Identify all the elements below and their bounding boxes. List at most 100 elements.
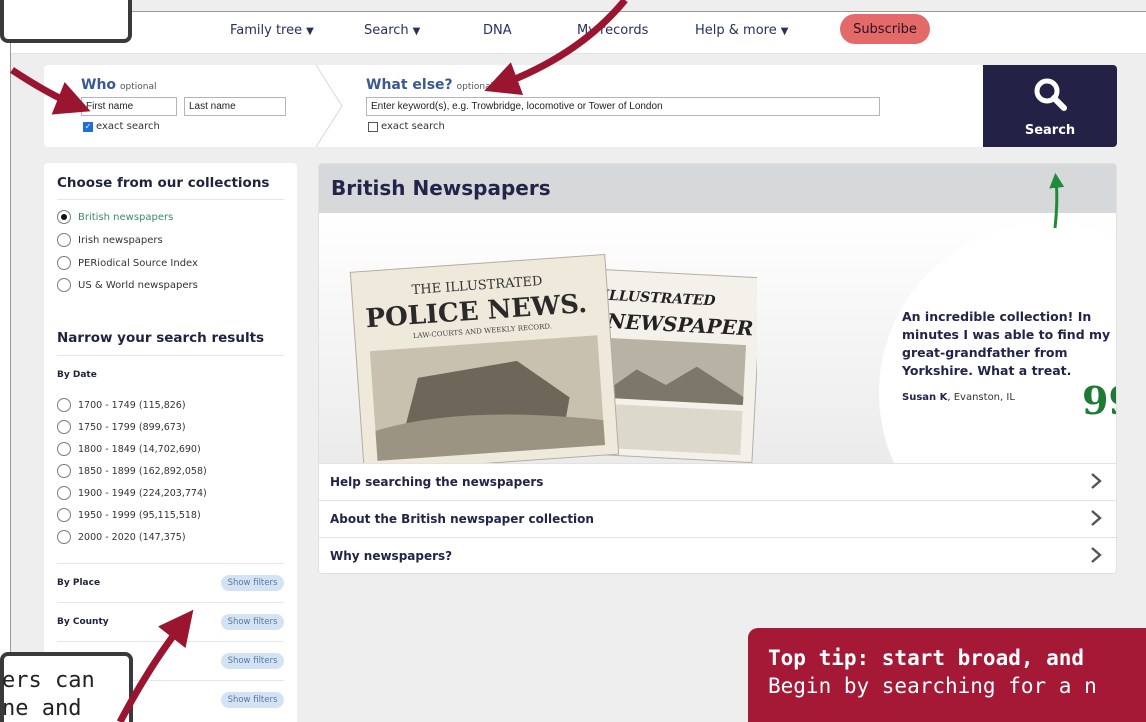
nav-dna[interactable]: DNA — [483, 23, 512, 38]
date-range: 1700 - 1749 — [78, 399, 136, 411]
collection-irish-newspapers[interactable]: Irish newspapers — [57, 233, 163, 247]
show-filters-button[interactable]: Show filters — [221, 614, 284, 630]
quote-mark-icon: 99 — [1082, 378, 1116, 423]
radio-icon[interactable] — [57, 486, 71, 500]
nav-family-tree[interactable]: Family tree ▼ — [230, 23, 314, 38]
date-option[interactable]: 1700 - 1749 (115,826) — [57, 398, 186, 412]
radio-icon[interactable] — [57, 256, 71, 270]
collection-panel: British Newspapers ILLUSTRATED NEWSPAPER… — [318, 163, 1117, 574]
radio-icon[interactable] — [57, 420, 71, 434]
keywords-field[interactable]: Enter keyword(s), e.g. Trowbridge, locom… — [366, 97, 880, 116]
date-range: 1900 - 1949 — [78, 487, 136, 499]
link-help-searching[interactable]: Help searching the newspapers — [319, 463, 1116, 500]
callout-box-bottom: ers can ne and — [0, 652, 133, 722]
date-range: 1800 - 1849 — [78, 443, 136, 455]
search-panel: Who optional First name Last name ✓ exact … — [44, 65, 1117, 147]
tip-heading: Top tip: start broad, and — [768, 646, 1085, 670]
divider — [57, 641, 284, 642]
subscribe-button[interactable]: Subscribe — [840, 14, 930, 44]
radio-icon[interactable] — [57, 508, 71, 522]
radio-icon[interactable] — [57, 233, 71, 247]
what-optional: optional — [456, 82, 494, 92]
date-count: (147,375) — [138, 531, 186, 543]
date-option[interactable]: 1900 - 1949 (224,203,774) — [57, 486, 207, 500]
chevron-right-icon — [1091, 473, 1102, 489]
callout-text: ne and — [2, 696, 82, 721]
date-range: 1950 - 1999 — [78, 509, 136, 521]
what-exact-search[interactable]: exact search — [368, 121, 445, 132]
date-count: (899,673) — [138, 421, 186, 433]
panel-divider — [315, 65, 343, 147]
show-filters-button[interactable]: Show filters — [221, 575, 284, 591]
date-option[interactable]: 1950 - 1999 (95,115,518) — [57, 508, 201, 522]
collection-us-world-newspapers[interactable]: US & World newspapers — [57, 278, 198, 292]
date-count: (14,702,690) — [138, 443, 201, 455]
first-name-field[interactable]: First name — [81, 97, 177, 116]
chevron-right-icon — [1091, 510, 1102, 526]
show-filters-button[interactable]: Show filters — [221, 653, 284, 669]
nav-my-records[interactable]: My records — [577, 23, 648, 38]
chevron-down-icon: ▼ — [306, 26, 314, 37]
collection-header: British Newspapers — [319, 164, 1116, 213]
date-option[interactable]: 1750 - 1799 (899,673) — [57, 420, 186, 434]
radio-icon[interactable] — [57, 464, 71, 478]
top-nav: Family tree ▼ Search ▼ DNA My records Help… — [11, 12, 1146, 54]
chevron-down-icon: ▼ — [412, 26, 421, 37]
radio-icon[interactable] — [57, 398, 71, 412]
checkbox-checked-icon[interactable]: ✓ — [83, 121, 93, 132]
divider — [57, 563, 284, 564]
last-name-field[interactable]: Last name — [184, 97, 286, 116]
collection-label: Irish newspapers — [78, 234, 163, 246]
collection-title: British Newspapers — [331, 176, 551, 200]
callout-text: ers can — [2, 668, 95, 693]
show-filters-button[interactable]: Show filters — [221, 692, 284, 708]
testimonial-author: Susan K, Evanston, IL — [902, 392, 1015, 403]
date-count: (95,115,518) — [138, 509, 201, 521]
filter-label: By County — [57, 617, 109, 627]
radio-icon[interactable] — [57, 442, 71, 456]
nav-help-more[interactable]: Help & more ▼ — [695, 23, 788, 38]
divider — [57, 355, 284, 356]
divider — [57, 199, 284, 200]
left-border — [0, 0, 11, 722]
link-label: About the British newspaper collection — [330, 512, 594, 526]
what-else-label: What else? optional — [366, 77, 493, 93]
collection-persi[interactable]: PERiodical Source Index — [57, 256, 198, 270]
nav-search[interactable]: Search ▼ — [364, 23, 420, 38]
tip-body: Begin by searching for a n — [768, 674, 1097, 698]
collection-british-newspapers[interactable]: British newspapers — [57, 210, 173, 224]
collection-label: PERiodical Source Index — [78, 257, 198, 269]
link-why-newspapers[interactable]: Why newspapers? — [319, 537, 1116, 573]
callout-box-top — [0, 0, 132, 43]
checkbox-icon[interactable] — [368, 121, 378, 132]
radio-icon[interactable] — [57, 530, 71, 544]
date-count: (115,826) — [138, 399, 186, 411]
collection-label: US & World newspapers — [78, 279, 198, 291]
date-option[interactable]: 1800 - 1849 (14,702,690) — [57, 442, 201, 456]
date-count: (224,203,774) — [138, 487, 207, 499]
nav-label: My records — [577, 23, 649, 38]
author-name: Susan K — [902, 392, 948, 403]
newspapers-image: ILLUSTRATED NEWSPAPER THE ILLUSTRATED PO… — [349, 253, 757, 463]
sidebar: Choose from our collections British news… — [44, 163, 297, 722]
radio-icon[interactable] — [57, 278, 71, 292]
what-label-text: What else? — [366, 77, 453, 93]
search-button-label: Search — [1024, 123, 1076, 138]
search-button[interactable]: Search — [983, 65, 1117, 147]
date-option[interactable]: 2000 - 2020 (147,375) — [57, 530, 186, 544]
chevron-down-icon: ▼ — [780, 26, 789, 37]
nav-label: Family tree — [230, 23, 303, 38]
chevron-right-icon — [1091, 547, 1102, 563]
radio-selected-icon[interactable] — [57, 210, 71, 224]
who-exact-search[interactable]: ✓ exact search — [83, 121, 160, 132]
date-option[interactable]: 1850 - 1899 (162,892,058) — [57, 464, 207, 478]
hero-banner: ILLUSTRATED NEWSPAPER THE ILLUSTRATED PO… — [319, 213, 1116, 563]
divider — [57, 602, 284, 603]
what-exact-label: exact search — [381, 121, 445, 132]
who-optional: optional — [120, 82, 157, 92]
link-about-collection[interactable]: About the British newspaper collection — [319, 500, 1116, 537]
testimonial-text: An incredible collection! In minutes I w… — [902, 309, 1111, 378]
collection-label: British newspapers — [78, 211, 174, 223]
link-label: Help searching the newspapers — [330, 475, 544, 489]
who-label-text: Who — [81, 77, 117, 93]
